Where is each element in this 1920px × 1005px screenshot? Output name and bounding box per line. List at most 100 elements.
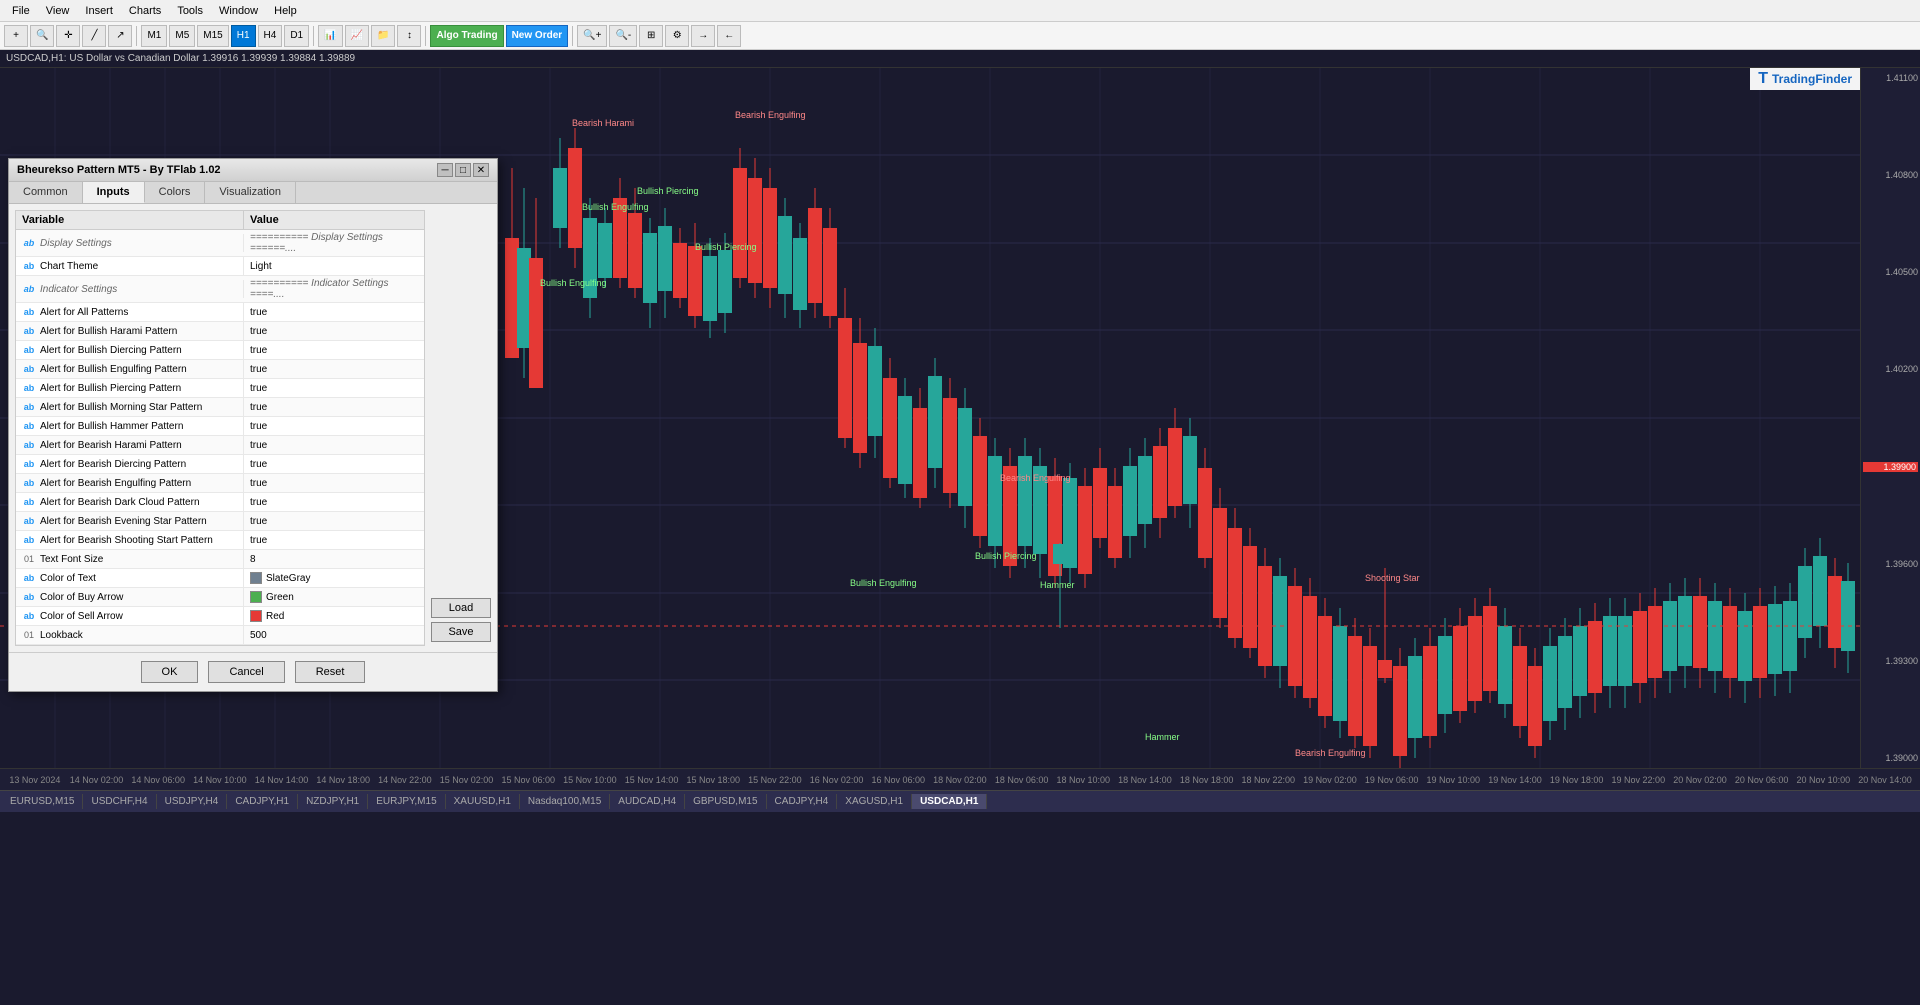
table-row[interactable]: ab Alert for Bearish Evening Star Patter… (16, 512, 424, 531)
row-value: ========== Indicator Settings ====.... (250, 278, 418, 300)
table-row[interactable]: ab Alert for Bearish Harami Pattern true (16, 436, 424, 455)
tab-audcad-h4[interactable]: AUDCAD,H4 (610, 794, 685, 809)
cell-value: true (244, 531, 424, 549)
table-row[interactable]: ab Color of Sell Arrow Red (16, 607, 424, 626)
table-row[interactable]: ab Alert for Bullish Morning Star Patter… (16, 398, 424, 417)
tf-m1[interactable]: M1 (141, 25, 167, 47)
cell-value: Light (244, 257, 424, 275)
crosshair-button[interactable]: ✛ (56, 25, 80, 47)
table-row[interactable]: ab Alert for Bullish Harami Pattern true (16, 322, 424, 341)
table-row[interactable]: ab Alert for Bullish Piercing Pattern tr… (16, 379, 424, 398)
zoom-out-btn[interactable]: 🔍- (609, 25, 637, 47)
svg-text:Bullish Engulfing: Bullish Engulfing (540, 278, 607, 288)
zoom-in-btn[interactable]: 🔍+ (577, 25, 607, 47)
tab-xagusd-h1[interactable]: XAGUSD,H1 (837, 794, 912, 809)
menu-file[interactable]: File (4, 3, 38, 19)
cancel-button[interactable]: Cancel (208, 661, 284, 683)
ok-button[interactable]: OK (141, 661, 199, 683)
table-row[interactable]: ab Chart Theme Light (16, 257, 424, 276)
row-value: true (250, 459, 267, 470)
new-chart-button[interactable]: + (4, 25, 28, 47)
menu-tools[interactable]: Tools (169, 3, 211, 19)
cell-variable: ab Alert for Bullish Engulfing Pattern (16, 360, 244, 378)
zoom-in-button[interactable]: 🔍 (30, 25, 54, 47)
arrow-button[interactable]: ↕ (397, 25, 421, 47)
table-row[interactable]: ab Alert for All Patterns true (16, 303, 424, 322)
tab-nasdaq-m15[interactable]: Nasdaq100,M15 (520, 794, 610, 809)
tab-usdchf-h4[interactable]: USDCHF,H4 (83, 794, 156, 809)
table-row[interactable]: ab Display Settings ========== Display S… (16, 230, 424, 257)
time-label: 15 Nov 10:00 (559, 775, 621, 785)
save-button[interactable]: Save (431, 622, 491, 642)
tab-usdjpy-h4[interactable]: USDJPY,H4 (157, 794, 228, 809)
table-row[interactable]: ab Alert for Bearish Engulfing Pattern t… (16, 474, 424, 493)
menu-help[interactable]: Help (266, 3, 305, 19)
menu-view[interactable]: View (38, 3, 78, 19)
tab-inputs[interactable]: Inputs (83, 182, 145, 203)
tab-visualization[interactable]: Visualization (205, 182, 296, 203)
tab-eurusd-m15[interactable]: EURUSD,M15 (2, 794, 83, 809)
tf-m15[interactable]: M15 (197, 25, 228, 47)
settings-btn[interactable]: ⚙ (665, 25, 689, 47)
cell-value: ========== Indicator Settings ====.... (244, 276, 424, 302)
table-row[interactable]: ab Alert for Bearish Dark Cloud Pattern … (16, 493, 424, 512)
maximize-button[interactable]: □ (455, 163, 471, 177)
table-row[interactable]: ab Alert for Bearish Diercing Pattern tr… (16, 455, 424, 474)
buy-btn[interactable]: → (691, 25, 715, 47)
cell-value: Red (244, 607, 424, 625)
ab-icon: ab (22, 609, 36, 623)
algo-trading-button[interactable]: Algo Trading (430, 25, 503, 47)
cell-variable: ab Alert for Bearish Engulfing Pattern (16, 474, 244, 492)
side-buttons: Load Save (431, 210, 491, 646)
ab-icon: ab (22, 381, 36, 395)
table-row[interactable]: ab Color of Text SlateGray (16, 569, 424, 588)
reset-button[interactable]: Reset (295, 661, 366, 683)
row-label: Alert for Bullish Piercing Pattern (40, 383, 181, 394)
tf-h1[interactable]: H1 (231, 25, 256, 47)
close-button[interactable]: ✕ (473, 163, 489, 177)
cell-variable: ab Alert for Bearish Evening Star Patter… (16, 512, 244, 530)
table-row[interactable]: ab Indicator Settings ========== Indicat… (16, 276, 424, 303)
load-button[interactable]: Load (431, 598, 491, 618)
tf-h4[interactable]: H4 (258, 25, 283, 47)
table-row[interactable]: ab Alert for Bullish Hammer Pattern true (16, 417, 424, 436)
tf-m5[interactable]: M5 (169, 25, 195, 47)
new-order-button[interactable]: New Order (506, 25, 569, 47)
table-row[interactable]: 01 Text Font Size 8 (16, 550, 424, 569)
tab-usdcad-h1[interactable]: USDCAD,H1 (912, 794, 987, 809)
tab-eurjpy-m15[interactable]: EURJPY,M15 (368, 794, 445, 809)
tf-d1[interactable]: D1 (284, 25, 309, 47)
time-label: 15 Nov 18:00 (682, 775, 744, 785)
trendline-button[interactable]: ↗ (108, 25, 132, 47)
tab-colors[interactable]: Colors (145, 182, 206, 203)
menu-charts[interactable]: Charts (121, 3, 169, 19)
svg-text:Bearish Engulfing: Bearish Engulfing (1000, 473, 1071, 483)
table-row[interactable]: ab Alert for Bearish Shooting Start Patt… (16, 531, 424, 550)
chart-type-button[interactable]: 📊 (318, 25, 342, 47)
menu-window[interactable]: Window (211, 3, 266, 19)
table-row[interactable]: ab Alert for Bullish Engulfing Pattern t… (16, 360, 424, 379)
row-value: true (250, 383, 267, 394)
table-row[interactable]: 01 Lookback 500 (16, 626, 424, 645)
template-button[interactable]: 📁 (371, 25, 395, 47)
auto-scroll-btn[interactable]: ⊞ (639, 25, 663, 47)
sell-btn[interactable]: ← (717, 25, 741, 47)
tab-cadjpy-h1[interactable]: CADJPY,H1 (227, 794, 298, 809)
time-label: 19 Nov 10:00 (1422, 775, 1484, 785)
tab-common[interactable]: Common (9, 182, 83, 203)
tab-nzdjpy-h1[interactable]: NZDJPY,H1 (298, 794, 368, 809)
indicators-button[interactable]: 📈 (345, 25, 369, 47)
menu-insert[interactable]: Insert (77, 3, 121, 19)
table-row[interactable]: ab Alert for Bullish Diercing Pattern tr… (16, 341, 424, 360)
table-row[interactable]: ab Color of Buy Arrow Green (16, 588, 424, 607)
time-label: 14 Nov 06:00 (127, 775, 189, 785)
row-value: SlateGray (266, 573, 310, 584)
minimize-button[interactable]: ─ (437, 163, 453, 177)
line-button[interactable]: ╱ (82, 25, 106, 47)
price-axis: 1.41100 1.40800 1.40500 1.40200 1.39900 … (1860, 68, 1920, 768)
tab-cadjpy-h4[interactable]: CADJPY,H4 (767, 794, 838, 809)
tab-gbpusd-m15[interactable]: GBPUSD,M15 (685, 794, 766, 809)
tab-xauusd-h1[interactable]: XAUUSD,H1 (446, 794, 520, 809)
svg-text:Bullish Piercing: Bullish Piercing (975, 551, 1037, 561)
row-label: Lookback (40, 630, 83, 641)
